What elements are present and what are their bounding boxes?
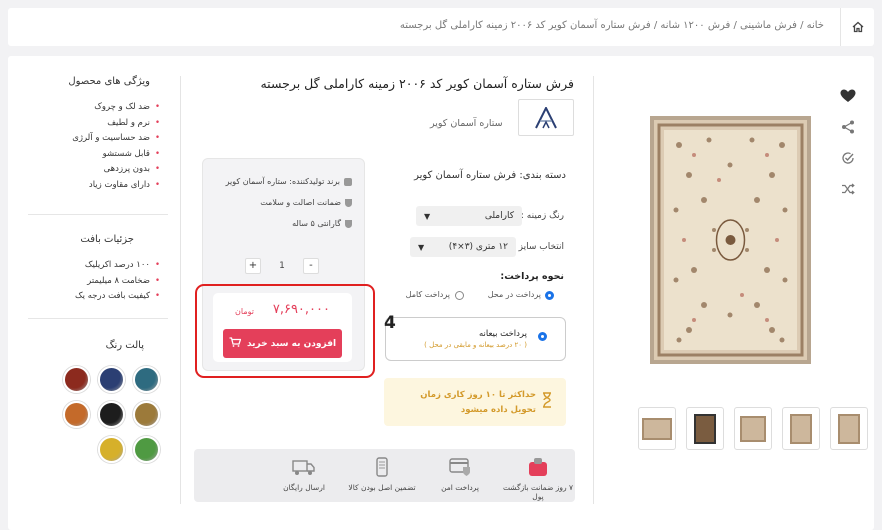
trust-item-money-back: ۷ روز ضمانت بازگشت پول [499,457,577,501]
installment-option[interactable]: پرداخت بیعانه ( ۲۰ درصد بیعانه و مابقی د… [385,317,566,361]
trust-badges: ۷ روز ضمانت بازگشت پول پرداخت امن تضمین … [194,449,575,502]
color-swatch[interactable] [98,436,125,463]
size-option-label: انتخاب سایز : [512,242,564,252]
heart-icon[interactable] [838,86,858,106]
divider [180,76,181,504]
card-shield-icon [448,457,472,477]
installment-radio[interactable] [538,326,547,345]
color-swatch[interactable] [63,366,90,393]
delivery-text: حداکثر تا ۱۰ روز کاری زمان تحویل داده می… [420,390,536,415]
product-title: فرش ستاره آسمان کویر کد ۲۰۰۶ زمینه کارام… [260,76,574,91]
producer-row: برند تولیدکننده: ستاره آسمان کویر [226,177,352,186]
color-swatch[interactable] [98,401,125,428]
payment-full-label[interactable]: پرداخت کامل [406,290,450,299]
payment-cod-label[interactable]: پرداخت در محل [488,290,541,299]
installment-label: پرداخت بیعانه [478,329,527,339]
trust-item-label: تضمین اصل بودن کالا [348,483,416,492]
trust-item-free-shipping: ارسال رایگان [265,457,343,492]
chevron-down-icon: ▼ [418,242,425,252]
features-title: ویژگی های محصول [68,76,150,87]
thumbnail[interactable] [830,407,868,450]
weave-list: ۱۰۰ درصد اکریلیک ضخامت ۸ میلیمتر کیفیت ب… [75,260,160,307]
brand-logo[interactable] [518,99,574,136]
warranty-text: گارانتی ۵ ساله [292,219,341,228]
list-item: کیفیت بافت درجه یک [75,291,160,301]
quantity-stepper: + 1 - [245,255,319,276]
quantity-minus-button[interactable]: - [302,257,319,274]
color-select[interactable]: کاراملی ▼ [416,206,522,226]
thumbnail[interactable] [734,407,772,450]
size-select-value: ۱۲ متری (۳×۴) [448,242,508,252]
color-swatch[interactable] [133,401,160,428]
delivery-notice: حداکثر تا ۱۰ روز کاری زمان تحویل داده می… [384,378,566,426]
trust-item-label: پرداخت امن [441,483,479,492]
color-palette [36,366,160,463]
thumbnail-strip [638,407,868,450]
annotation-number: 4 [384,313,396,333]
list-item: قابل شستشو [72,149,160,159]
product-main-image[interactable] [650,116,811,364]
color-select-value: کاراملی [484,211,514,221]
installment-note: ( ۲۰ درصد بیعانه و مابقی در محل ) [424,341,527,349]
size-select[interactable]: ۱۲ متری (۳×۴) ▼ [410,237,516,257]
divider [593,76,594,504]
hourglass-icon [542,392,552,412]
color-swatch[interactable] [98,366,125,393]
list-item: ضد حساسیت و آلرژی [72,133,160,143]
shuffle-icon[interactable] [838,179,858,199]
color-swatch[interactable] [63,401,90,428]
trust-item-secure-payment: پرداخت امن [421,457,499,492]
color-swatch[interactable] [133,366,160,393]
share-icon[interactable] [838,117,858,137]
payment-cod-radio[interactable] [545,285,554,304]
brand-icon [344,177,352,186]
shield-icon [345,198,352,207]
trust-item-label: ۷ روز ضمانت بازگشت پول [502,483,574,501]
thumbnail[interactable] [686,407,724,450]
palette-title: پالت رنگ [105,340,144,351]
producer-text: برند تولیدکننده: ستاره آسمان کویر [225,177,340,186]
list-item: ضد لک و چروک [72,102,160,112]
payment-full-radio[interactable] [455,285,464,304]
money-back-icon [526,457,550,477]
payment-title: نحوه پرداخت: [500,271,564,282]
quantity-plus-button[interactable]: + [245,257,261,274]
home-icon[interactable] [840,8,874,46]
weave-title: جزئیات بافت [80,234,134,245]
warranty-row: گارانتی ۵ ساله [292,219,352,228]
annotation-highlight-box [195,284,375,378]
list-item: ضخامت ۸ میلیمتر [75,276,160,286]
divider [28,214,168,215]
authenticity-row: ضمانت اصالت و سلامت [260,198,352,207]
trust-item-label: ارسال رایگان [283,483,325,492]
authenticity-text: ضمانت اصالت و سلامت [260,198,341,207]
breadcrumb-bar: خانه / فرش ماشینی / فرش ۱۲۰۰ شانه / فرش … [8,8,874,46]
list-item: بدون پرزدهی [72,164,160,174]
brand-name[interactable]: ستاره آسمان کویر [430,118,503,129]
category-label[interactable]: دسته بندی: فرش ستاره آسمان کویر [414,170,566,181]
divider [28,318,168,319]
color-swatch[interactable] [133,436,160,463]
color-option-label: رنگ زمینه : [520,211,564,221]
thumbnail[interactable] [638,407,676,450]
quantity-value[interactable]: 1 [279,261,285,271]
shield-icon [345,219,352,228]
list-item: ۱۰۰ درصد اکریلیک [75,260,160,270]
list-item: نرم و لطیف [72,118,160,128]
truck-icon [292,457,316,477]
breadcrumb[interactable]: خانه / فرش ماشینی / فرش ۱۲۰۰ شانه / فرش … [400,20,824,31]
compare-icon[interactable] [838,148,858,168]
gallery-actions [838,86,858,210]
list-item: دارای مقاوت زیاد [72,180,160,190]
trust-item-original: تضمین اصل بودن کالا [343,457,421,492]
phone-icon [370,457,394,477]
chevron-down-icon: ▼ [424,211,431,221]
thumbnail[interactable] [782,407,820,450]
features-list: ضد لک و چروک نرم و لطیف ضد حساسیت و آلرژ… [72,102,160,196]
